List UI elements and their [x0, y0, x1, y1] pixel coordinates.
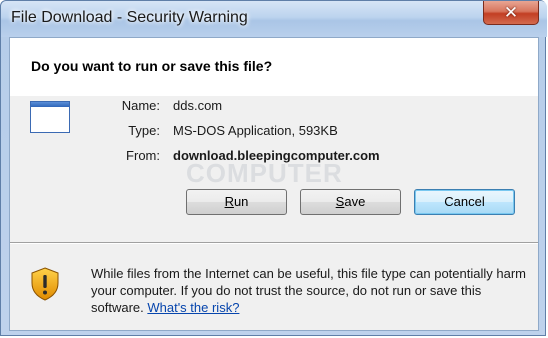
run-button[interactable]: Run — [186, 189, 287, 215]
separator — [10, 242, 538, 244]
save-label: ave — [344, 194, 366, 209]
warning-text: While files from the Internet can be use… — [91, 265, 531, 316]
cancel-button[interactable]: Cancel — [414, 189, 515, 215]
close-button[interactable]: ✕ — [483, 1, 539, 25]
run-mnemonic: R — [224, 194, 234, 209]
run-label: un — [233, 194, 249, 209]
download-dialog-window: File Download - Security Warning ✕ Do yo… — [0, 0, 547, 336]
type-label: Type: — [128, 123, 160, 138]
type-value: MS-DOS Application, 593KB — [173, 123, 338, 138]
title-bar[interactable]: File Download - Security Warning ✕ — [1, 1, 547, 37]
watermark: COMPUTER — [186, 158, 343, 188]
file-icon-titlebar — [31, 102, 69, 107]
close-icon: ✕ — [503, 3, 519, 23]
name-value: dds.com — [173, 98, 223, 113]
cancel-label: Cancel — [444, 194, 485, 209]
save-button[interactable]: Save — [300, 189, 401, 215]
from-label: From: — [126, 148, 160, 163]
header-band: Do you want to run or save this file? — [10, 38, 538, 96]
window-title: File Download - Security Warning — [11, 9, 248, 26]
whats-the-risk-link[interactable]: What's the risk? — [147, 300, 239, 315]
name-label: Name: — [121, 98, 160, 113]
application-file-icon — [30, 101, 70, 133]
shield-warning-icon — [31, 267, 59, 301]
dialog-body: Do you want to run or save this file? Na… — [9, 37, 539, 331]
dialog-question: Do you want to run or save this file? — [31, 58, 273, 74]
